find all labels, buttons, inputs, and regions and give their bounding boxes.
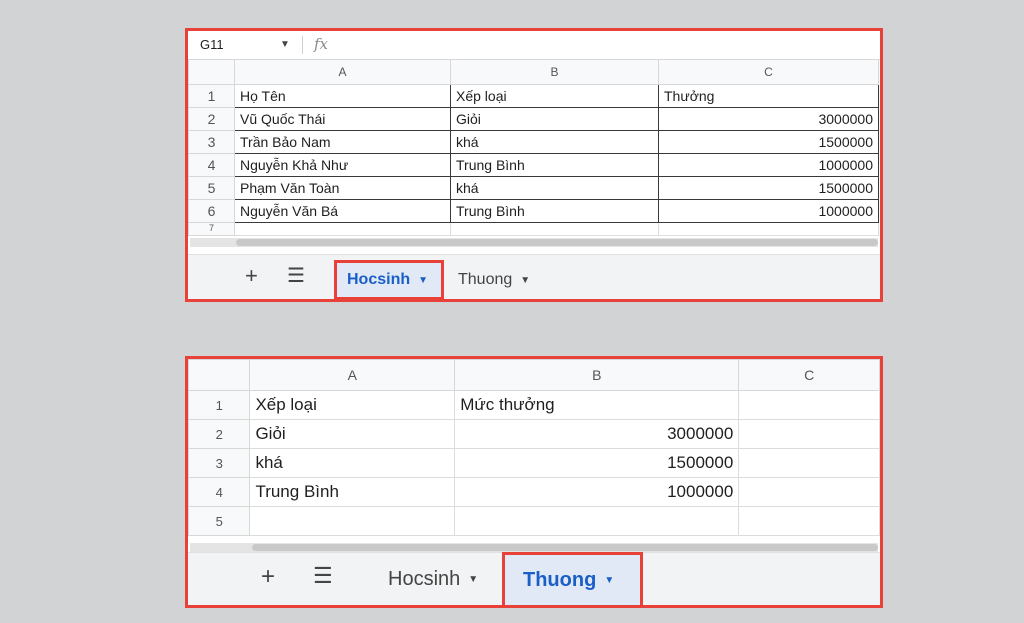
- thuong-sheet-panel: A B C 1 Xếp loại Mức thưởng 2 Giỏi 30000…: [185, 356, 883, 608]
- hamburger-menu-icon[interactable]: ☰: [287, 263, 305, 288]
- cell[interactable]: Trung Bình: [249, 477, 456, 507]
- column-header-c[interactable]: C: [738, 359, 880, 391]
- cell[interactable]: 1500000: [658, 176, 879, 200]
- cell[interactable]: khá: [249, 448, 456, 478]
- tab-thuong[interactable]: Thuong ▼: [450, 264, 550, 296]
- table-row: 3 Trần Bảo Nam khá 1500000: [188, 130, 879, 154]
- table-row: 3 khá 1500000: [188, 448, 880, 478]
- caret-down-icon[interactable]: ▼: [468, 574, 478, 585]
- caret-down-icon[interactable]: ▼: [418, 275, 428, 286]
- table-row: 4 Nguyễn Khả Như Trung Bình 1000000: [188, 153, 879, 177]
- row-header[interactable]: 1: [188, 390, 251, 420]
- tab-label: Hocsinh: [388, 567, 461, 590]
- cell[interactable]: 1000000: [658, 199, 879, 223]
- tab-label: Hocsinh: [347, 271, 411, 288]
- cell[interactable]: [738, 506, 880, 536]
- table-row: 7: [188, 222, 879, 236]
- row-header[interactable]: 4: [188, 153, 235, 177]
- cell[interactable]: 1000000: [658, 153, 879, 177]
- cell[interactable]: Mức thưởng: [454, 390, 740, 420]
- cell[interactable]: 3000000: [658, 107, 879, 131]
- row-header[interactable]: 2: [188, 107, 235, 131]
- cell[interactable]: Giỏi: [450, 107, 659, 131]
- scrollbar-thumb[interactable]: [252, 544, 878, 551]
- cell[interactable]: [234, 222, 451, 236]
- table-row: 5: [188, 506, 880, 536]
- tab-label: Thuong: [458, 271, 513, 288]
- cell[interactable]: Họ Tên: [234, 84, 451, 108]
- spreadsheet-grid[interactable]: A B C 1 Họ Tên Xếp loại Thưởng 2 Vũ Quốc…: [188, 59, 879, 236]
- column-header-b[interactable]: B: [454, 359, 740, 391]
- cell[interactable]: [454, 506, 740, 536]
- cell[interactable]: Thưởng: [658, 84, 879, 108]
- column-header-c[interactable]: C: [658, 59, 879, 85]
- caret-down-icon[interactable]: ▼: [520, 275, 530, 286]
- caret-down-icon[interactable]: ▼: [280, 39, 290, 50]
- cell[interactable]: Trung Bình: [450, 153, 659, 177]
- name-box[interactable]: G11: [200, 37, 224, 52]
- hocsinh-sheet-panel: G11 ▼ fx A B C 1 Họ Tên Xếp loại Thưởng …: [185, 28, 883, 302]
- table-row: 1 Xếp loại Mức thưởng: [188, 390, 880, 420]
- row-header[interactable]: 2: [188, 419, 251, 449]
- cell[interactable]: [738, 448, 880, 478]
- formula-bar: G11 ▼ fx: [188, 31, 880, 60]
- cell[interactable]: khá: [450, 130, 659, 154]
- row-header[interactable]: 5: [188, 506, 251, 536]
- row-header[interactable]: 1: [188, 84, 235, 108]
- cell[interactable]: Xếp loại: [450, 84, 659, 108]
- table-row: 4 Trung Bình 1000000: [188, 477, 880, 507]
- cell[interactable]: [738, 477, 880, 507]
- cell[interactable]: Trần Bảo Nam: [234, 130, 451, 154]
- cell[interactable]: Nguyễn Văn Bá: [234, 199, 451, 223]
- horizontal-scrollbar[interactable]: [190, 543, 878, 552]
- cell[interactable]: Vũ Quốc Thái: [234, 107, 451, 131]
- cell[interactable]: Xếp loại: [249, 390, 456, 420]
- spreadsheet-grid[interactable]: A B C 1 Xếp loại Mức thưởng 2 Giỏi 30000…: [188, 359, 880, 536]
- scrollbar-thumb[interactable]: [236, 239, 878, 246]
- cell[interactable]: khá: [450, 176, 659, 200]
- cell[interactable]: 3000000: [454, 419, 740, 449]
- table-row: 6 Nguyễn Văn Bá Trung Bình 1000000: [188, 199, 879, 223]
- tab-hocsinh[interactable]: Hocsinh ▼: [380, 559, 500, 599]
- divider: [302, 36, 303, 54]
- cell[interactable]: [738, 390, 880, 420]
- row-header[interactable]: 4: [188, 477, 251, 507]
- column-header-row: A B C: [188, 359, 880, 391]
- table-row: 2 Vũ Quốc Thái Giỏi 3000000: [188, 107, 879, 131]
- table-row: 5 Phạm Văn Toàn khá 1500000: [188, 176, 879, 200]
- table-row: 1 Họ Tên Xếp loại Thưởng: [188, 84, 879, 108]
- row-header[interactable]: 6: [188, 199, 235, 223]
- column-header-b[interactable]: B: [450, 59, 659, 85]
- cell[interactable]: Nguyễn Khả Như: [234, 153, 451, 177]
- cell[interactable]: 1500000: [454, 448, 740, 478]
- select-all-corner[interactable]: [188, 359, 251, 391]
- cell[interactable]: [450, 222, 659, 236]
- cell[interactable]: [249, 506, 456, 536]
- plus-icon[interactable]: +: [261, 563, 275, 591]
- horizontal-scrollbar[interactable]: [190, 238, 878, 247]
- cell[interactable]: Trung Bình: [450, 199, 659, 223]
- row-header[interactable]: 3: [188, 130, 235, 154]
- select-all-corner[interactable]: [188, 59, 235, 85]
- hamburger-menu-icon[interactable]: ☰: [313, 563, 333, 589]
- caret-down-icon[interactable]: ▼: [604, 575, 614, 586]
- cell[interactable]: Phạm Văn Toàn: [234, 176, 451, 200]
- tab-thuong[interactable]: Thuong ▼: [502, 552, 643, 605]
- plus-icon[interactable]: +: [245, 263, 258, 289]
- fx-icon: fx: [314, 35, 329, 53]
- table-row: 2 Giỏi 3000000: [188, 419, 880, 449]
- row-header[interactable]: 3: [188, 448, 251, 478]
- cell[interactable]: Giỏi: [249, 419, 456, 449]
- cell[interactable]: [738, 419, 880, 449]
- cell[interactable]: 1500000: [658, 130, 879, 154]
- row-header[interactable]: 7: [188, 222, 235, 236]
- cell[interactable]: [658, 222, 879, 236]
- row-header[interactable]: 5: [188, 176, 235, 200]
- column-header-a[interactable]: A: [234, 59, 451, 85]
- tab-hocsinh[interactable]: Hocsinh ▼: [334, 260, 444, 299]
- tab-label: Thuong: [523, 568, 597, 591]
- column-header-row: A B C: [188, 59, 879, 85]
- column-header-a[interactable]: A: [249, 359, 456, 391]
- cell[interactable]: 1000000: [454, 477, 740, 507]
